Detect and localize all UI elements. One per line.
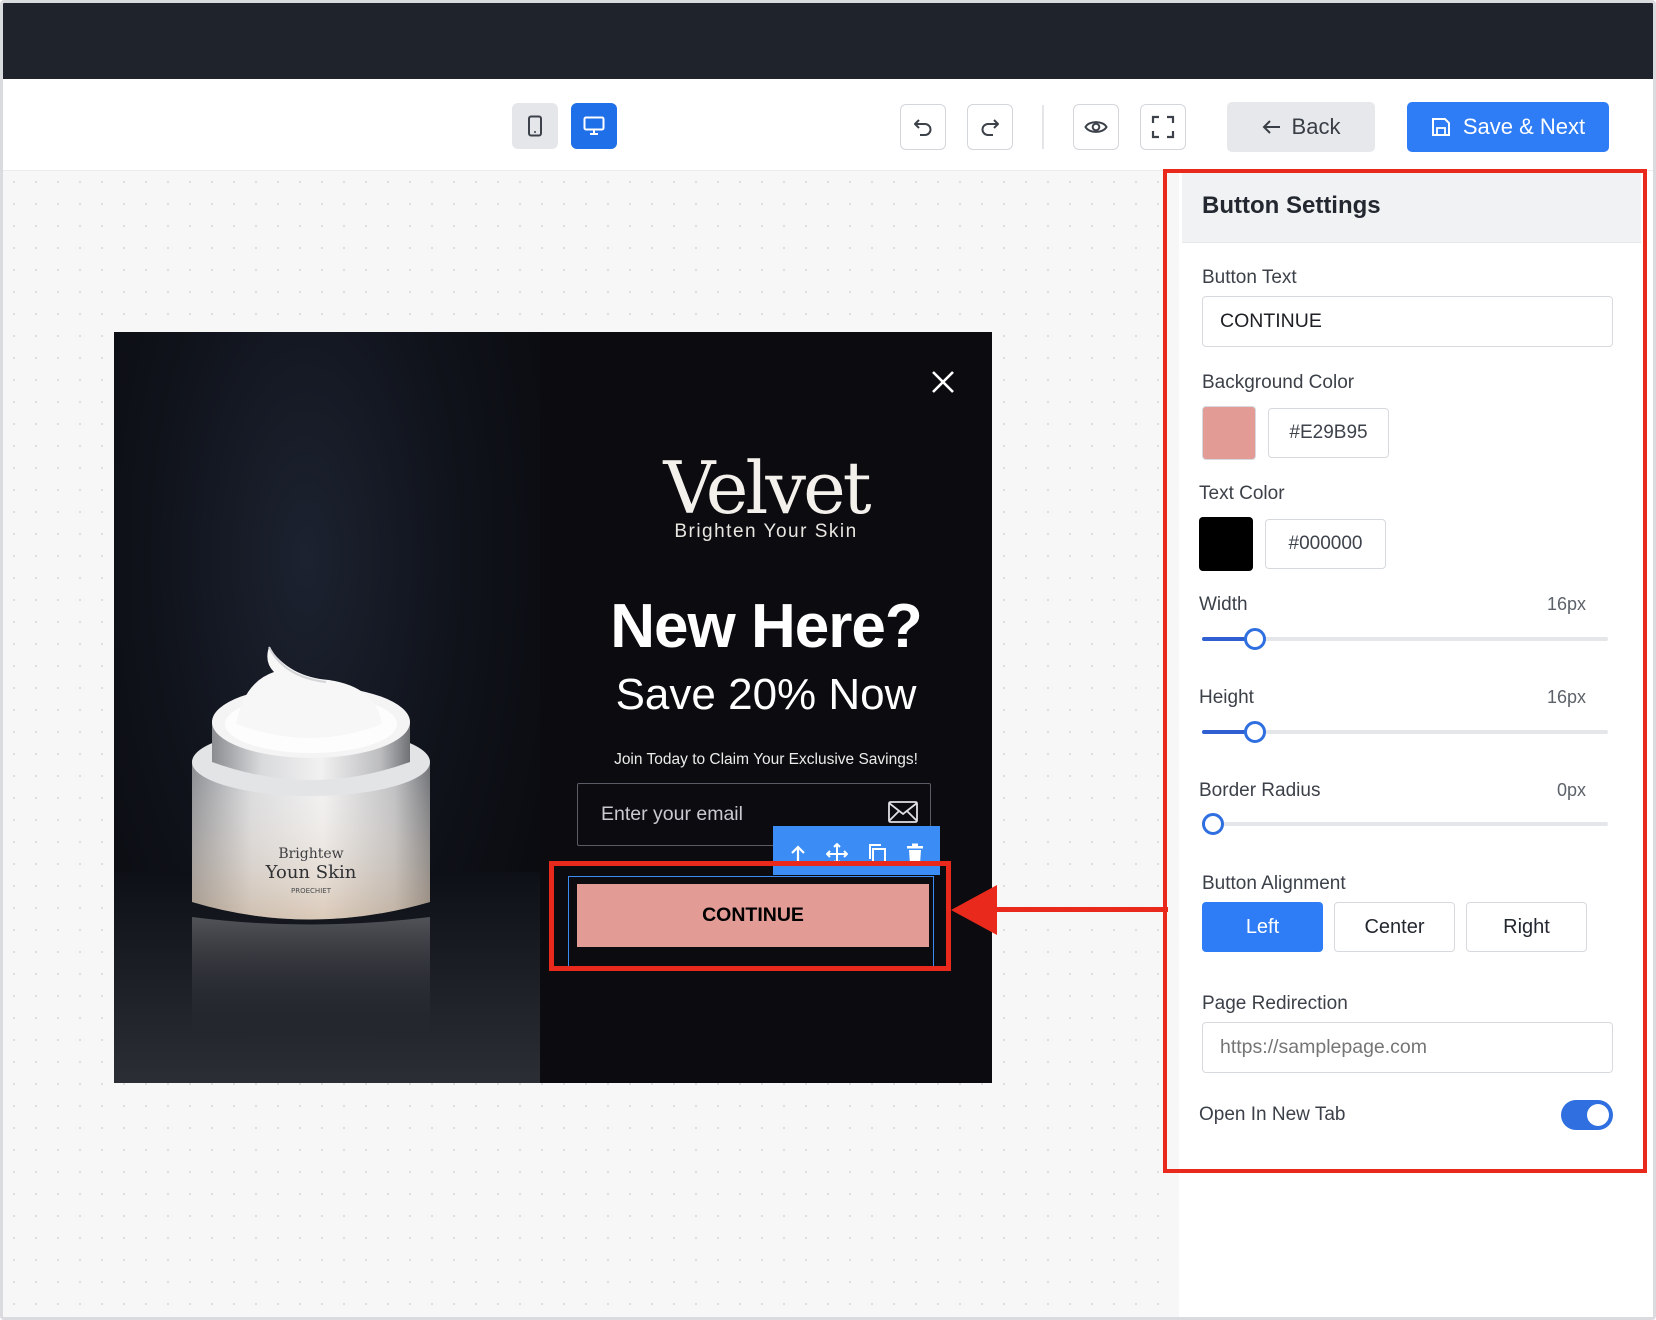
email-placeholder: Enter your email (601, 803, 743, 825)
brand-tagline: Brighten Your Skin (674, 521, 858, 542)
popup-subheadline: Save 20% Now (615, 670, 917, 719)
mobile-view-button[interactable] (512, 103, 558, 149)
jar-label-sub: PROECHIET (291, 887, 332, 895)
product-photo: Brightew Youn Skin PROECHIET (114, 332, 540, 1083)
settings-panel-highlight (1163, 169, 1647, 1173)
annotation-arrow-line (983, 907, 1168, 912)
app-window: Back Save & Next Brightew Youn Skin PROE… (0, 0, 1656, 1320)
arrow-left-icon (1262, 120, 1280, 134)
desktop-view-icon (583, 116, 605, 135)
mail-icon (888, 801, 918, 823)
close-icon[interactable] (928, 367, 958, 397)
highlight-box (549, 861, 951, 971)
redo-button[interactable] (967, 104, 1013, 150)
desktop-view-button[interactable] (571, 103, 617, 149)
preview-button[interactable] (1073, 104, 1119, 150)
undo-button[interactable] (900, 104, 946, 150)
brand-logo: Velvet (663, 446, 871, 530)
back-button[interactable]: Back (1227, 102, 1375, 152)
mobile-view-icon (528, 115, 542, 137)
redo-icon (981, 119, 999, 136)
popup-headline: New Here? (610, 592, 922, 661)
undo-icon (914, 119, 932, 136)
save-next-button[interactable]: Save & Next (1407, 102, 1609, 152)
back-button-label: Back (1291, 114, 1341, 139)
fullscreen-button[interactable] (1140, 104, 1186, 150)
preview-eye-icon (1084, 121, 1108, 133)
annotation-arrow-head (951, 885, 997, 935)
jar-label-brand: Brightew (278, 846, 343, 862)
toolbar-divider (1042, 105, 1044, 149)
top-bar (3, 3, 1653, 79)
save-icon (1431, 118, 1450, 136)
popup-description: Join Today to Claim Your Exclusive Savin… (614, 751, 918, 768)
editor-toolbar: Back Save & Next (3, 79, 1653, 171)
jar-label-name: Youn Skin (265, 862, 357, 883)
fullscreen-icon (1151, 115, 1175, 139)
save-next-label: Save & Next (1462, 114, 1586, 139)
